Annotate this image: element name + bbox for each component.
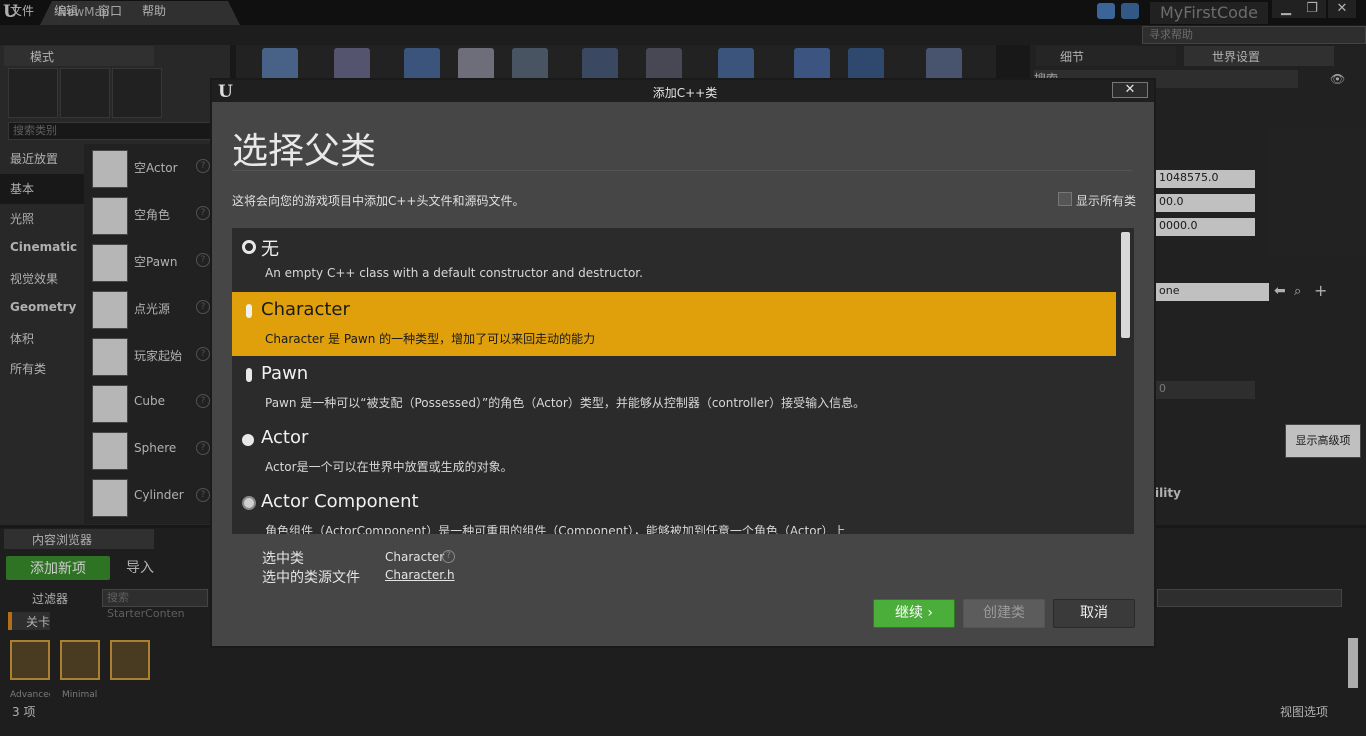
class-item-character[interactable]: Character Character 是 Pawn 的一种类型，增加了可以来回… (232, 292, 1116, 356)
selected-class-label: 选中类 (262, 551, 304, 567)
dialog-heading: 选择父类 (232, 131, 377, 172)
divider (232, 170, 1132, 171)
class-name: Pawn (261, 363, 309, 384)
class-description: 角色组件（ActorComponent）是一种可重用的组件（Component）… (265, 524, 846, 534)
class-name: Actor (261, 427, 309, 448)
create-class-button[interactable]: 创建类 (963, 599, 1045, 628)
continue-button[interactable]: 继续 › (873, 599, 955, 628)
dialog-title: 添加C++类 (652, 86, 718, 100)
class-description: Character 是 Pawn 的一种类型，增加了可以来回走动的能力 (265, 332, 596, 346)
character-icon (246, 304, 252, 318)
source-file-label: 选中的类源文件 (262, 570, 360, 586)
pawn-icon (246, 368, 252, 382)
class-name: Character (261, 299, 350, 320)
actor-sphere-icon (242, 434, 254, 446)
none-circle-icon (242, 240, 256, 254)
class-name: Actor Component (261, 491, 419, 512)
class-description: An empty C++ class with a default constr… (265, 266, 643, 280)
dialog-close-button[interactable]: ✕ (1112, 82, 1148, 98)
selected-class-value: Character (385, 550, 445, 564)
source-file-link[interactable]: Character.h (385, 568, 455, 582)
parent-class-list: 无 An empty C++ class with a default cons… (232, 228, 1134, 534)
show-all-classes-checkbox[interactable] (1058, 192, 1072, 206)
dialog-description: 这将会向您的游戏项目中添加C++头文件和源码文件。 (232, 194, 525, 208)
class-item-actor-component[interactable]: Actor Component 角色组件（ActorComponent）是一种可… (232, 484, 1116, 534)
class-description: Pawn 是一种可以“被支配（Possessed）”的角色（Actor）类型，并… (265, 396, 866, 410)
class-description: Actor是一个可以在世界中放置或生成的对象。 (265, 460, 513, 474)
class-item-pawn[interactable]: Pawn Pawn 是一种可以“被支配（Possessed）”的角色（Actor… (232, 356, 1116, 420)
class-name: 无 (261, 239, 279, 260)
class-item-none[interactable]: 无 An empty C++ class with a default cons… (232, 228, 1116, 292)
unreal-logo-icon: U (218, 82, 233, 102)
show-all-classes-label[interactable]: 显示所有类 (1076, 192, 1136, 209)
component-icon (242, 496, 256, 510)
cancel-button[interactable]: 取消 (1053, 599, 1135, 628)
help-icon[interactable]: ? (442, 550, 455, 563)
class-item-actor[interactable]: Actor Actor是一个可以在世界中放置或生成的对象。 (232, 420, 1116, 484)
scrollbar-thumb[interactable] (1121, 232, 1130, 338)
